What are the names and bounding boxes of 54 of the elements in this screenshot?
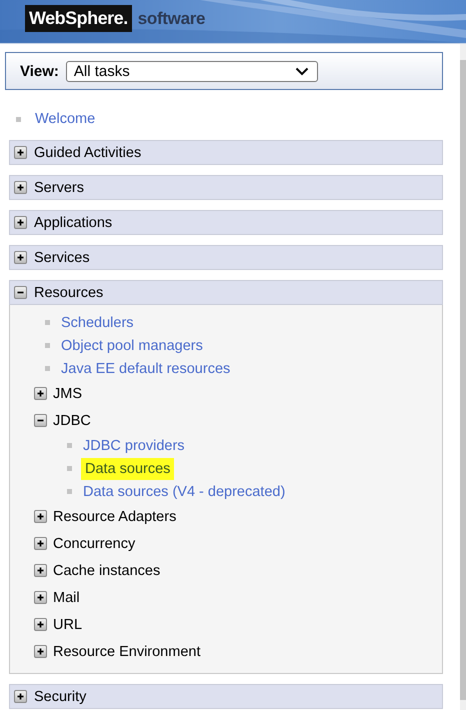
section-header[interactable]: Servers bbox=[9, 175, 443, 200]
bullet-icon bbox=[67, 466, 72, 471]
group-label[interactable]: JMS bbox=[53, 386, 82, 402]
section-title: Applications bbox=[34, 214, 112, 230]
scrollbar[interactable] bbox=[460, 44, 466, 710]
expand-icon[interactable] bbox=[34, 510, 47, 523]
section-header[interactable]: Applications bbox=[9, 210, 443, 235]
nav-link[interactable]: Object pool managers bbox=[59, 336, 205, 354]
section-title: Resources bbox=[34, 284, 104, 300]
bullet-icon bbox=[67, 443, 72, 448]
group-label[interactable]: Resource Adapters bbox=[53, 508, 176, 524]
logo: WebSphere. bbox=[25, 5, 132, 32]
section-header[interactable]: Guided Activities bbox=[9, 140, 443, 165]
group-label[interactable]: Resource Environment bbox=[53, 644, 200, 660]
group-label[interactable]: URL bbox=[53, 616, 82, 632]
expand-icon[interactable] bbox=[14, 690, 27, 703]
welcome-link[interactable]: Welcome bbox=[33, 110, 98, 128]
group-label[interactable]: JDBC bbox=[53, 412, 91, 428]
section-title: Security bbox=[34, 688, 86, 704]
bullet-icon bbox=[45, 320, 50, 325]
nav-link[interactable]: Data sources (V4 - deprecated) bbox=[81, 482, 288, 500]
nav-link[interactable]: JDBC providers bbox=[81, 436, 187, 454]
expand-icon[interactable] bbox=[34, 618, 47, 631]
nav-link[interactable]: Java EE default resources bbox=[59, 360, 232, 378]
bullet-icon bbox=[45, 366, 50, 371]
expand-icon[interactable] bbox=[34, 564, 47, 577]
group-label[interactable]: Mail bbox=[53, 590, 80, 606]
expand-icon[interactable] bbox=[34, 387, 47, 400]
nav-link[interactable]: Data sources bbox=[81, 458, 174, 480]
expand-icon[interactable] bbox=[34, 645, 47, 658]
chevron-icon bbox=[294, 66, 309, 76]
expand-icon[interactable] bbox=[14, 216, 27, 229]
expand-icon[interactable] bbox=[14, 146, 27, 159]
group-label[interactable]: Cache instances bbox=[53, 562, 160, 578]
section-header[interactable]: Security bbox=[9, 684, 443, 709]
bullet-icon bbox=[45, 343, 50, 348]
expand-icon[interactable] bbox=[14, 251, 27, 264]
expand-icon[interactable] bbox=[34, 591, 47, 604]
collapse-icon[interactable] bbox=[34, 414, 47, 427]
view-label: View: bbox=[20, 62, 59, 80]
product-name: software bbox=[138, 8, 206, 28]
group-label[interactable]: Concurrency bbox=[53, 536, 136, 552]
section-header[interactable]: Resources bbox=[9, 280, 443, 305]
expand-icon[interactable] bbox=[34, 537, 47, 550]
section-title: Servers bbox=[34, 180, 84, 196]
section-title: Guided Activities bbox=[34, 144, 142, 160]
section-header[interactable]: Services bbox=[9, 245, 443, 270]
expand-icon[interactable] bbox=[14, 181, 27, 194]
collapse-icon[interactable] bbox=[14, 286, 27, 299]
view-dropdown[interactable]: All tasks bbox=[66, 60, 318, 82]
bullet-icon bbox=[16, 116, 21, 122]
bullet-icon bbox=[67, 489, 72, 494]
section-title: Services bbox=[34, 250, 90, 266]
nav-link[interactable]: Schedulers bbox=[59, 314, 136, 332]
